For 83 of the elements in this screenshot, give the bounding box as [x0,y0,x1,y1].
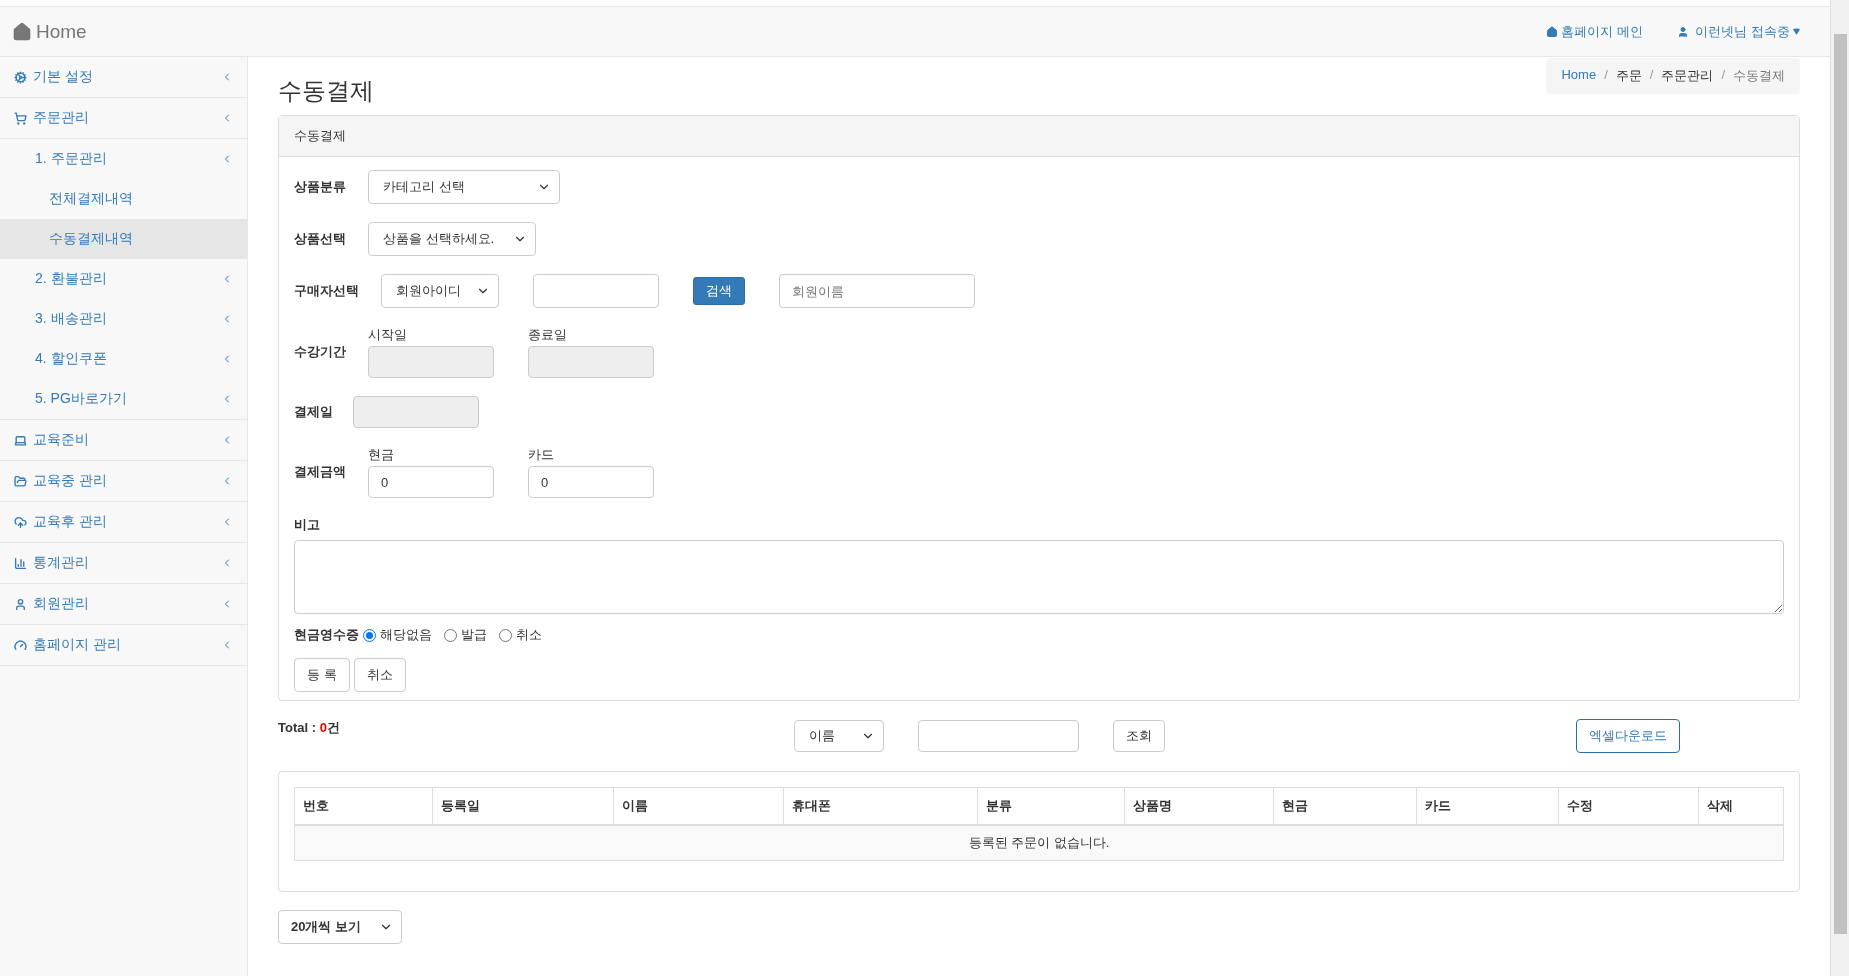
total-count-text: Total : 0건 [278,719,341,737]
user-icon [14,597,27,611]
sidebar-item[interactable]: 교육후 관리 [0,502,247,543]
sidebar-item[interactable]: 기본 설정 [0,57,247,98]
field-label: 결제일 [294,403,333,421]
search-field[interactable] [917,720,1079,752]
laptop-icon [14,433,27,447]
scrollbar-thumb[interactable] [1833,34,1847,934]
breadcrumb-separator: / [1604,67,1608,84]
breadcrumb-separator: / [1721,67,1725,84]
breadcrumb-link[interactable]: Home [1561,67,1597,85]
breadcrumb-item: 주문 [1615,67,1642,85]
field-caption: 카드 [528,446,555,464]
sidebar-item[interactable]: 4. 할인쿠폰 [0,339,247,379]
field-label: 상품분류 [294,178,346,196]
column-header: 삭제 [1698,787,1784,825]
textarea-field[interactable] [294,540,1784,614]
column-header: 휴대폰 [783,787,978,825]
page-size-select[interactable]: 20개씩 보기 [278,910,402,944]
input-field[interactable]: 0 [368,466,494,498]
search-button[interactable]: 조회 [1112,720,1165,752]
sidebar-item[interactable]: 교육준비 [0,420,247,461]
gauge-icon [14,638,27,652]
column-header: 등록일 [432,787,614,825]
sidebar-item[interactable]: 홈페이지 관리 [0,625,247,666]
input-field[interactable] [533,274,659,308]
column-header: 수정 [1558,787,1699,825]
panel-heading: 수동결제 [279,116,1799,157]
cart-icon [14,111,27,125]
scrollbar[interactable] [1830,0,1849,976]
select-field[interactable]: 상품을 선택하세요. [368,222,536,256]
column-header: 이름 [613,787,784,825]
select-field[interactable]: 회원아이디 [381,274,499,308]
field-label: 상품선택 [294,230,346,248]
empty-message: 등록된 주문이 없습니다. [294,824,1784,861]
sidebar-item[interactable]: 주문관리 [0,98,247,139]
homepage-link[interactable]: 홈페이지 메인 [1546,22,1643,41]
column-header: 상품명 [1124,787,1274,825]
home-icon [12,21,32,42]
sidebar-item[interactable]: 통계관리 [0,543,247,584]
field-label: 구매자선택 [294,282,359,300]
sidebar-item[interactable]: 수동결제내역 [0,219,247,259]
field-caption: 현금 [368,446,395,464]
sidebar-item[interactable]: 2. 환불관리 [0,259,247,299]
filter-select[interactable]: 이름 [793,720,884,752]
sidebar-item[interactable]: 5. PG바로가기 [0,379,247,419]
field-caption: 종료일 [528,326,568,344]
field-label: 비고 [294,516,320,534]
column-header: 카드 [1416,787,1559,825]
radio-label: 해당없음 [380,626,432,644]
radio-label: 취소 [516,626,542,644]
sidebar-item[interactable]: 1. 주문관리 [0,139,247,179]
folder-icon [14,474,27,488]
user-menu[interactable]: 이런넷님 접속중 [1676,22,1818,41]
column-header: 현금 [1273,787,1417,825]
sidebar-item[interactable]: 3. 배송관리 [0,299,247,339]
sidebar-item[interactable]: 교육중 관리 [0,461,247,502]
field-caption: 시작일 [368,326,408,344]
user-icon [1676,25,1689,38]
input-field[interactable]: 0 [528,466,654,498]
field-label: 결제금액 [294,463,346,481]
cloud-upload-icon [14,515,27,529]
caret-icon [1793,28,1800,35]
input-field[interactable]: 회원이름 [779,274,975,308]
field-label: 수강기간 [294,343,346,361]
form-button[interactable]: 취소 [353,658,406,692]
column-header: 번호 [294,787,433,825]
excel-download-button[interactable]: 엑셀다운로드 [1576,719,1680,753]
breadcrumb-item: 수동결제 [1733,67,1785,85]
bar-chart-icon [14,556,27,570]
sidebar-item[interactable]: 회원관리 [0,584,247,625]
form-button[interactable]: 등 록 [294,658,350,692]
breadcrumb-item: 주문관리 [1661,67,1714,85]
sidebar-item[interactable]: 전체결제내역 [0,179,247,219]
page-title: 수동결제 [278,76,374,106]
home-icon [1546,25,1559,38]
select-field[interactable]: 카테고리 선택 [368,170,560,204]
search-button[interactable]: 검색 [693,277,745,305]
column-header: 분류 [977,787,1125,825]
radio-label: 발급 [461,626,487,644]
field-label: 현금영수증 [294,626,359,644]
brand-link[interactable]: Home [12,20,87,43]
breadcrumb-separator: / [1649,67,1654,84]
